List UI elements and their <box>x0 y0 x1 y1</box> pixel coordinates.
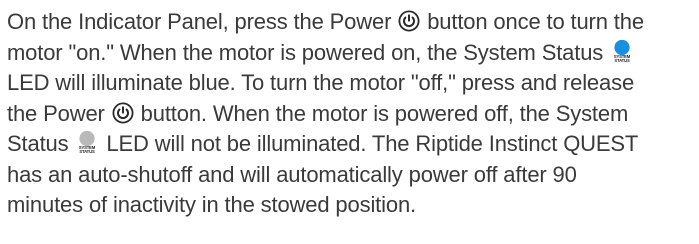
text-segment: LED will illuminate blue. To turn the mo… <box>7 70 635 95</box>
paragraph-line-1: On the Indicator Panel, press the Power … <box>7 7 695 38</box>
power-icon <box>398 10 420 32</box>
system-status-led-off-icon: SYSTEM STATUS <box>76 130 98 154</box>
text-segment: button. When the motor is powered off, t… <box>140 100 629 126</box>
paragraph-line-5: Status SYSTEM STATUS LED will not be illu… <box>7 129 695 160</box>
text-segment: LED will not be illuminated. The Riptide… <box>106 131 639 156</box>
paragraph-line-4: the Power button. When the motor is powe… <box>7 99 695 130</box>
text-segment: motor "on." When the motor is powered on… <box>7 39 604 65</box>
text-segment: minutes of inactivity in the stowed posi… <box>7 192 417 217</box>
svg-text:STATUS: STATUS <box>80 149 96 154</box>
text-segment: On the Indicator Panel, press the Power <box>7 9 392 34</box>
paragraph-line-3: LED will illuminate blue. To turn the mo… <box>7 68 695 99</box>
system-status-led-on-icon: SYSTEM STATUS <box>611 39 633 63</box>
power-icon <box>112 102 134 124</box>
paragraph-line-7: minutes of inactivity in the stowed posi… <box>7 190 695 221</box>
text-segment: button once to turn the <box>427 9 644 34</box>
text-segment: Status <box>7 131 69 156</box>
instruction-paragraph: On the Indicator Panel, press the Power … <box>7 7 695 221</box>
paragraph-line-2: motor "on." When the motor is powered on… <box>7 38 695 69</box>
text-segment: the Power <box>7 100 105 126</box>
paragraph-line-6: has an auto-shutoff and will automatical… <box>7 160 695 191</box>
text-segment: has an auto-shutoff and will automatical… <box>7 161 577 187</box>
svg-text:STATUS: STATUS <box>615 58 631 63</box>
